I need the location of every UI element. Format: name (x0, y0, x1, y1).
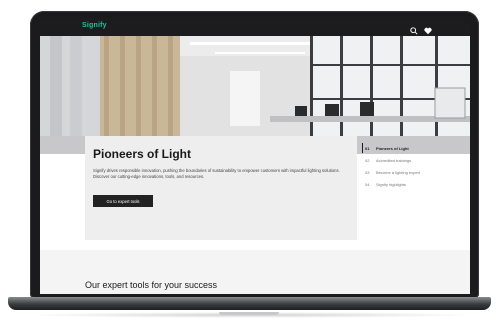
toc-item-signify-highlights[interactable]: 04 Signify highlights (365, 178, 465, 190)
toc-active-indicator (362, 143, 363, 153)
go-to-expert-tools-button[interactable]: Go to expert tools (93, 195, 153, 207)
heart-icon[interactable] (424, 22, 434, 35)
laptop-base (8, 297, 491, 310)
laptop-screen: Signify Pioneers of Light Signify drives… (40, 18, 470, 294)
search-icon[interactable] (410, 22, 420, 35)
toc-item-accredited-trainings[interactable]: 02 Accredited trainings (365, 154, 465, 166)
toc-label: Become a lighting expert (376, 169, 421, 175)
section-title: Our expert tools for your success (85, 280, 218, 290)
expert-tools-section: Our expert tools for your success (40, 250, 470, 294)
toc-item-pioneers-of-light[interactable]: 01 Pioneers of Light (362, 142, 465, 154)
hero-description: Signify drives responsible innovation, p… (93, 168, 340, 179)
page-title: Pioneers of Light (93, 147, 192, 161)
hero-text-card: Pioneers of Light Signify drives respons… (85, 136, 357, 240)
laptop-notch (219, 312, 279, 315)
toc-label: Accredited trainings (376, 157, 412, 163)
top-navigation-bar: Signify (40, 18, 470, 36)
toc-label: Pioneers of Light (376, 145, 409, 151)
toc-number: 02 (365, 157, 370, 163)
toc-number: 01 (365, 145, 370, 151)
table-of-contents: 01 Pioneers of Light 02 Accredited train… (362, 142, 465, 190)
toc-number: 04 (365, 181, 370, 187)
toc-number: 03 (365, 169, 370, 175)
signify-logo[interactable]: Signify (82, 22, 107, 29)
toc-label: Signify highlights (376, 181, 407, 187)
toc-item-become-lighting-expert[interactable]: 03 Become a lighting expert (365, 166, 465, 178)
